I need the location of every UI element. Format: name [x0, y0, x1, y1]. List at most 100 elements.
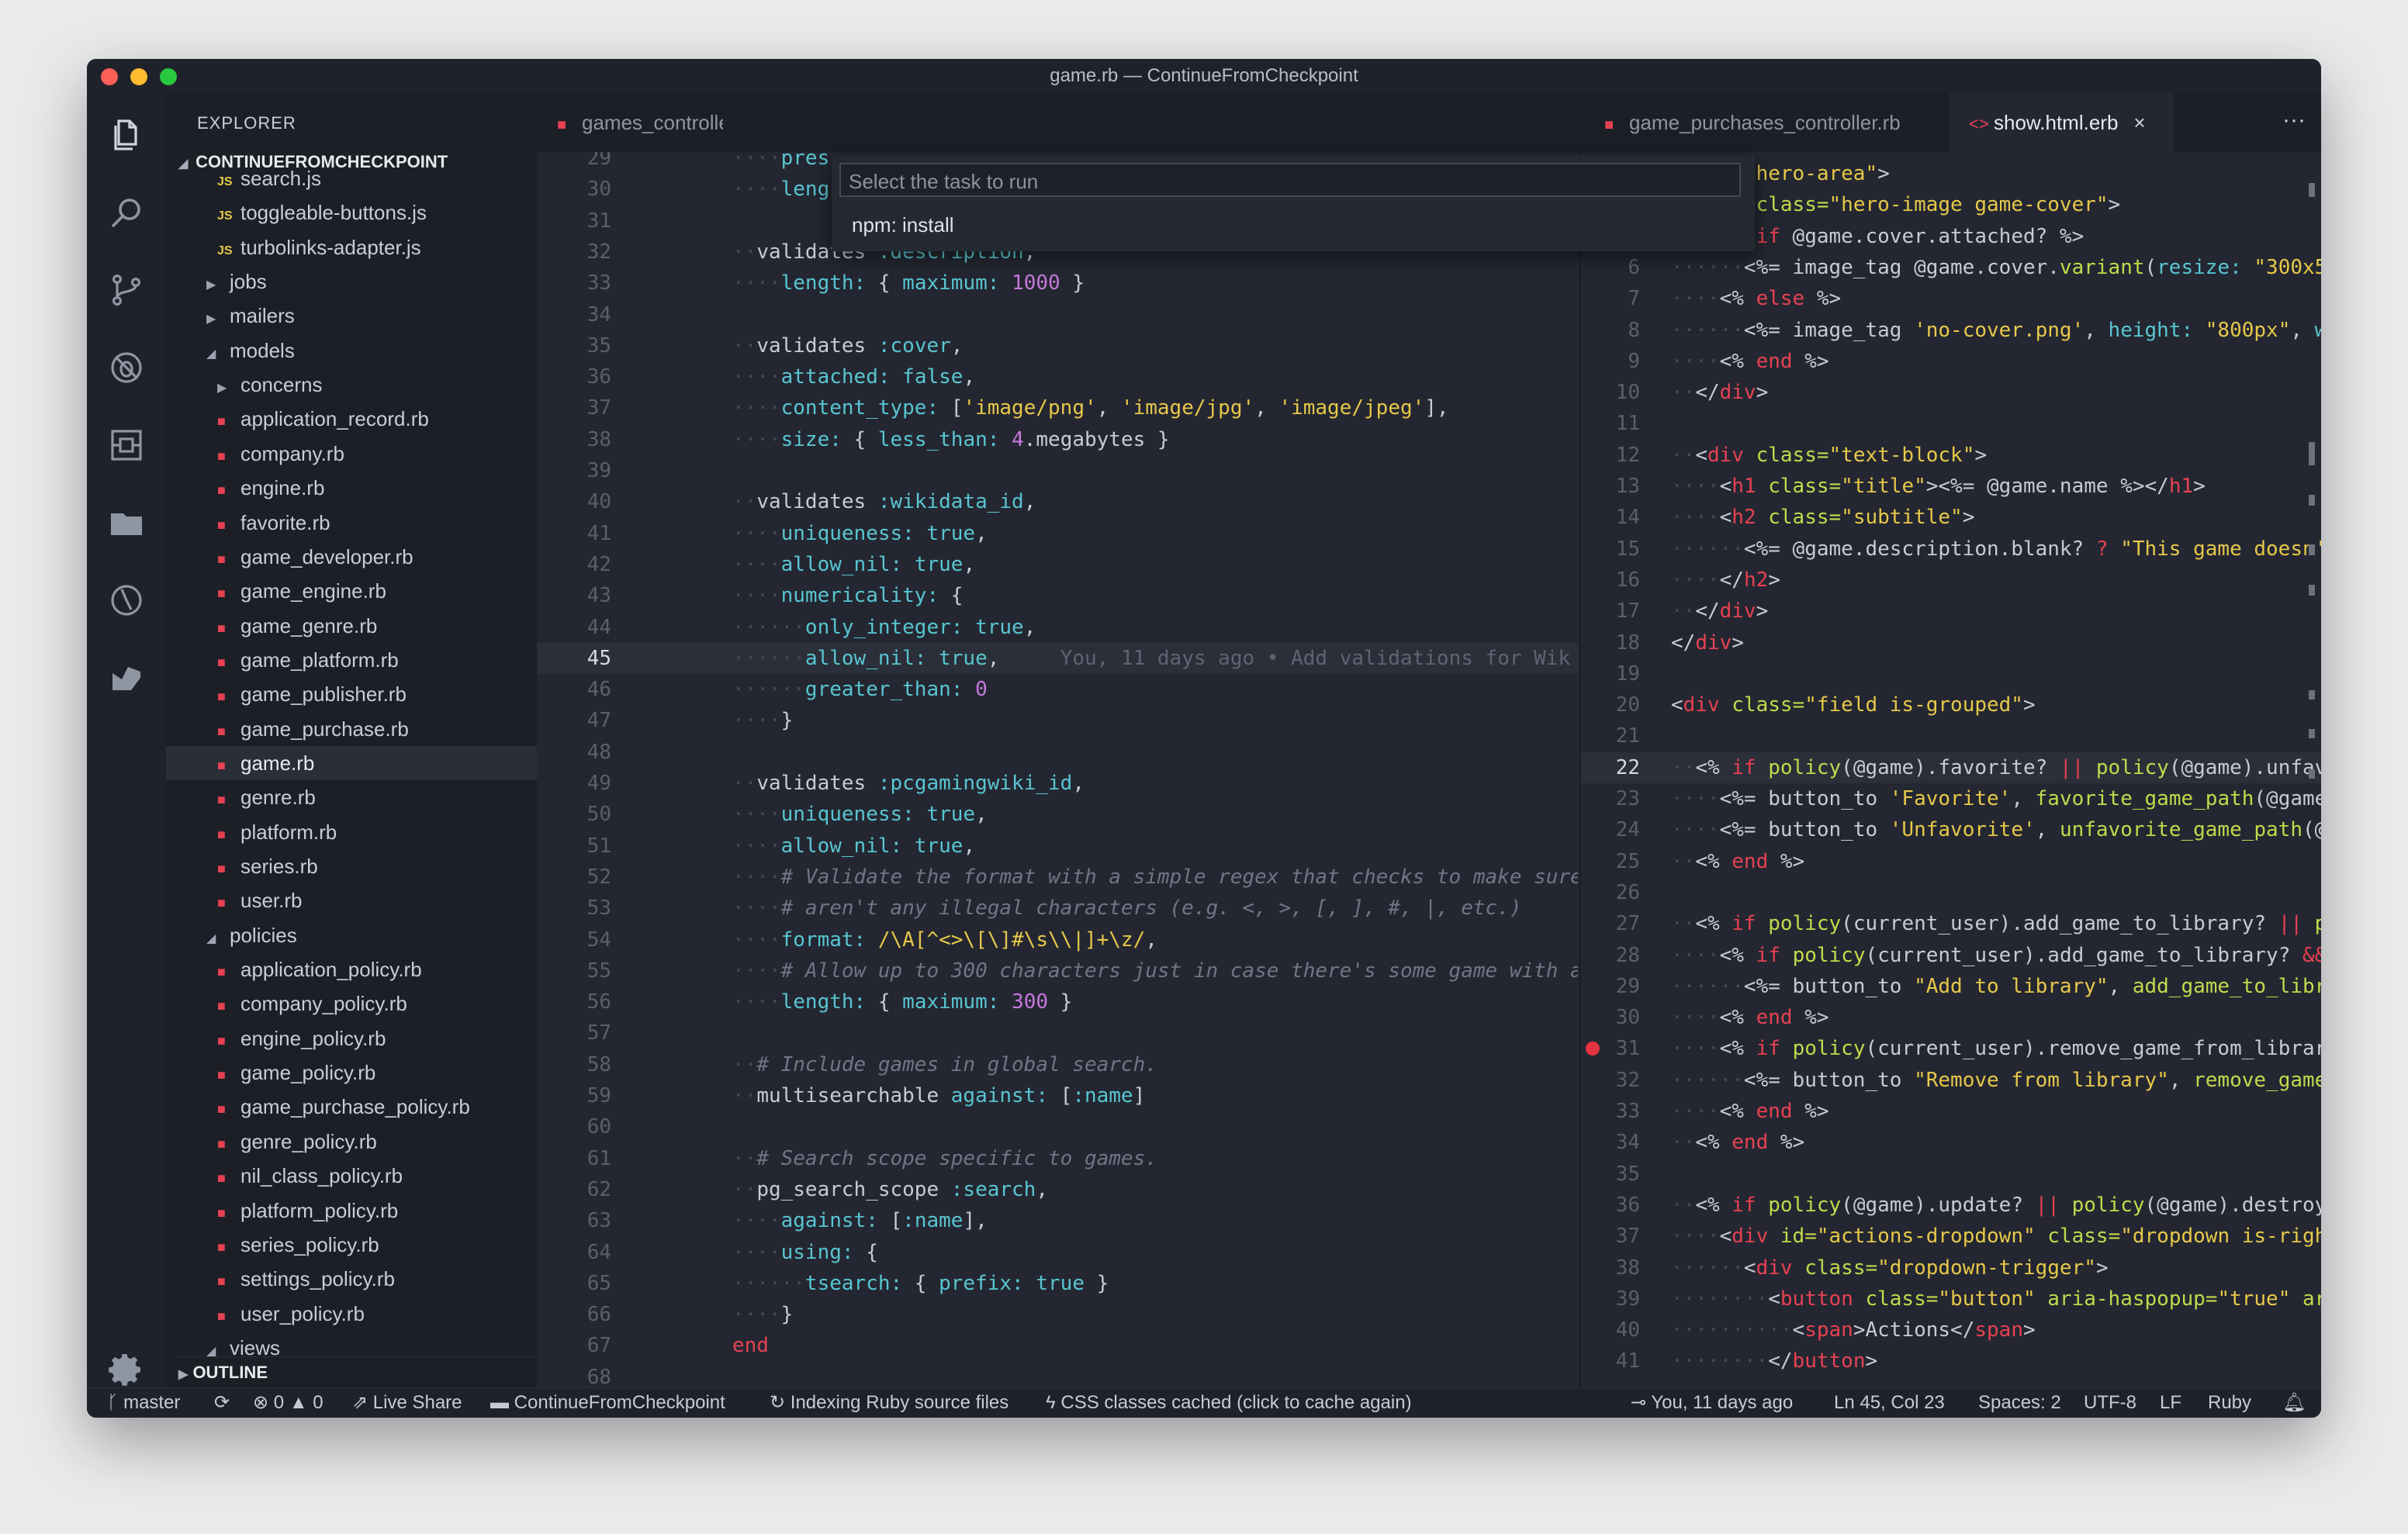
code-line[interactable]: 9 ····<% end %>	[1581, 346, 2321, 377]
tree-file[interactable]: ■ company_policy.rb	[166, 986, 537, 1021]
tree-file[interactable]: ■ game_policy.rb	[166, 1055, 537, 1090]
extensions-icon[interactable]	[106, 425, 147, 465]
code-line[interactable]: 39 ········<button class="button" aria-ha…	[1581, 1284, 2321, 1315]
timeline-icon[interactable]	[106, 580, 147, 620]
eol-status[interactable]: LF	[2160, 1388, 2181, 1418]
problems-status[interactable]: ⊗ 0 ▲ 0	[253, 1388, 323, 1418]
tree-file[interactable]: ■ application_policy.rb	[166, 952, 537, 986]
cursor-position-status[interactable]: Ln 45, Col 23	[1834, 1388, 1945, 1418]
code-line[interactable]: 44 ······only_integer: true,	[537, 612, 1578, 643]
source-control-icon[interactable]	[106, 270, 147, 310]
code-line[interactable]: 47 ····}	[537, 705, 1578, 736]
code-line[interactable]: 36 ··<% if policy(@game).update? || polic…	[1581, 1190, 2321, 1221]
code-line[interactable]: 51 ····allow_nil: true,	[537, 831, 1578, 862]
code-line[interactable]: 64 ····using: {	[537, 1237, 1578, 1268]
code-line[interactable]: 15 ······<%= @game.description.blank? ? "…	[1581, 534, 2321, 565]
code-line[interactable]: 27 ··<% if policy(current_user).add_game_…	[1581, 908, 2321, 939]
code-line[interactable]: 42 ····allow_nil: true,	[537, 549, 1578, 580]
code-line[interactable]: 13 ····<h1 class="title"><%= @game.name %…	[1581, 471, 2321, 502]
tree-file[interactable]: ■ nil_class_policy.rb	[166, 1159, 537, 1193]
code-line[interactable]: 52 ····# Validate the format with a simpl…	[537, 862, 1578, 893]
code-line[interactable]: 35 ··validates :cover,	[537, 330, 1578, 361]
code-line[interactable]: 24 ····<%= button_to 'Unfavorite', unfavo…	[1581, 814, 2321, 845]
folder-icon[interactable]	[106, 503, 147, 543]
language-status[interactable]: Ruby	[2208, 1388, 2251, 1418]
code-line[interactable]: 63 ····against: [:name],	[537, 1205, 1578, 1236]
code-line[interactable]: 59 ··multisearchable against: [:name]	[537, 1080, 1578, 1111]
code-line[interactable]: 30 ····<% end %>	[1581, 1002, 2321, 1033]
code-line[interactable]: 40 ··········<span>Actions</span>	[1581, 1315, 2321, 1346]
code-line[interactable]: 57	[537, 1017, 1578, 1049]
code-line[interactable]: 37 ····content_type: ['image/png', 'image…	[537, 392, 1578, 423]
code-line[interactable]: 33 ····length: { maximum: 1000 }	[537, 268, 1578, 299]
code-line[interactable]: 46 ······greater_than: 0	[537, 674, 1578, 705]
tab-games-controller[interactable]: ■ games_controlle	[537, 93, 723, 152]
outline-section-header[interactable]: ▶ OUTLINE	[178, 1356, 537, 1388]
tree-file[interactable]: JS search.js	[166, 161, 537, 195]
css-cache-status[interactable]: ϟ CSS classes cached (click to cache aga…	[1046, 1388, 1412, 1418]
files-icon[interactable]	[106, 115, 147, 155]
tree-folder[interactable]: ▶ mailers	[166, 299, 537, 333]
tree-file[interactable]: ■ genre.rb	[166, 780, 537, 814]
tree-file[interactable]: ■ game_genre.rb	[166, 609, 537, 643]
tree-folder[interactable]: ◢ models	[166, 333, 537, 368]
tree-folder[interactable]: ▶ concerns	[166, 368, 537, 402]
code-line[interactable]: 35	[1581, 1159, 2321, 1190]
tree-file[interactable]: ■ engine.rb	[166, 471, 537, 505]
code-line[interactable]: 6 ······<%= image_tag @game.cover.variant…	[1581, 252, 2321, 283]
code-line[interactable]: 14 ····<h2 class="subtitle">	[1581, 502, 2321, 533]
search-icon[interactable]	[106, 192, 147, 233]
code-line[interactable]: 18 </div>	[1581, 627, 2321, 658]
more-actions-button[interactable]: ···	[2282, 93, 2306, 147]
code-line[interactable]: 8 ······<%= image_tag 'no-cover.png', hei…	[1581, 315, 2321, 346]
code-line[interactable]: 38 ····size: { less_than: 4.megabytes }	[537, 424, 1578, 455]
tree-file[interactable]: ■ application_record.rb	[166, 402, 537, 436]
code-line[interactable]: 39	[537, 455, 1578, 486]
code-line[interactable]: 45 ······allow_nil: true, You, 11 days ag…	[537, 642, 1578, 675]
tree-file[interactable]: ■ favorite.rb	[166, 506, 537, 540]
quick-pick-item[interactable]: npm: install	[839, 208, 1759, 242]
code-line[interactable]: 20 <div class="field is-grouped">	[1581, 689, 2321, 720]
code-line[interactable]: 34 ··<% end %>	[1581, 1127, 2321, 1158]
code-line[interactable]: 50 ····uniqueness: true,	[537, 799, 1578, 830]
code-line[interactable]: 36 ····attached: false,	[537, 361, 1578, 392]
tree-file[interactable]: ■ user.rb	[166, 883, 537, 917]
debug-icon[interactable]	[106, 347, 147, 388]
tree-file[interactable]: ■ game_purchase_policy.rb	[166, 1090, 537, 1124]
code-line[interactable]: 62 ··pg_search_scope :search,	[537, 1174, 1578, 1205]
tree-file[interactable]: JS toggleable-buttons.js	[166, 195, 537, 230]
tab-game-purchases-controller[interactable]: ■ game_purchases_controller.rb	[1584, 93, 1941, 152]
code-line[interactable]: 33 ····<% end %>	[1581, 1096, 2321, 1127]
tree-folder[interactable]: ▶ jobs	[166, 264, 537, 299]
code-line[interactable]: 19	[1581, 658, 2321, 689]
tree-file[interactable]: ■ game_developer.rb	[166, 540, 537, 574]
tree-file[interactable]: ■ game_purchase.rb	[166, 712, 537, 746]
tree-folder[interactable]: ◢ policies	[166, 918, 537, 952]
indexing-status[interactable]: ↻ Indexing Ruby source files	[770, 1388, 1009, 1418]
tree-file[interactable]: ■ company.rb	[166, 437, 537, 471]
tree-file[interactable]: ■ series_policy.rb	[166, 1228, 537, 1262]
live-share-icon[interactable]	[106, 658, 147, 698]
notifications-bell-icon[interactable]: 🔔︎	[2282, 1388, 2306, 1418]
code-line[interactable]: 21	[1581, 720, 2321, 751]
branch-status[interactable]: ᚴ master	[107, 1388, 180, 1418]
tree-file[interactable]: ■ series.rb	[166, 849, 537, 883]
code-line[interactable]: 43 ····numericality: {	[537, 580, 1578, 611]
tab-show-html-erb[interactable]: <> show.html.erb ×	[1949, 93, 2174, 152]
code-line[interactable]: 40 ··validates :wikidata_id,	[537, 486, 1578, 517]
code-line[interactable]: 58 ··# Include games in global search.	[537, 1049, 1578, 1080]
sync-icon[interactable]: ⟳	[214, 1388, 230, 1418]
code-line[interactable]: 32 ······<%= button_to "Remove from libra…	[1581, 1065, 2321, 1096]
tree-file[interactable]: ■ platform_policy.rb	[166, 1194, 537, 1228]
close-tab-icon[interactable]: ×	[2133, 111, 2145, 134]
code-line[interactable]: 55 ····# Allow up to 300 characters just …	[537, 955, 1578, 986]
tree-file[interactable]: ■ engine_policy.rb	[166, 1021, 537, 1055]
code-line[interactable]: 60	[537, 1111, 1578, 1142]
tree-file[interactable]: ■ game_publisher.rb	[166, 677, 537, 711]
editor-pane-game-rb[interactable]: 29 ····pres 30 ····leng 31 32 ··validates :des…	[537, 152, 1578, 1388]
code-line[interactable]: 28 ····<% if policy(current_user).add_gam…	[1581, 940, 2321, 971]
code-line[interactable]: 7 ····<% else %>	[1581, 283, 2321, 314]
task-search-input[interactable]: Select the task to run	[839, 163, 1741, 197]
tree-file[interactable]: ■ game_platform.rb	[166, 643, 537, 677]
tree-file[interactable]: ■ genre_policy.rb	[166, 1125, 537, 1159]
